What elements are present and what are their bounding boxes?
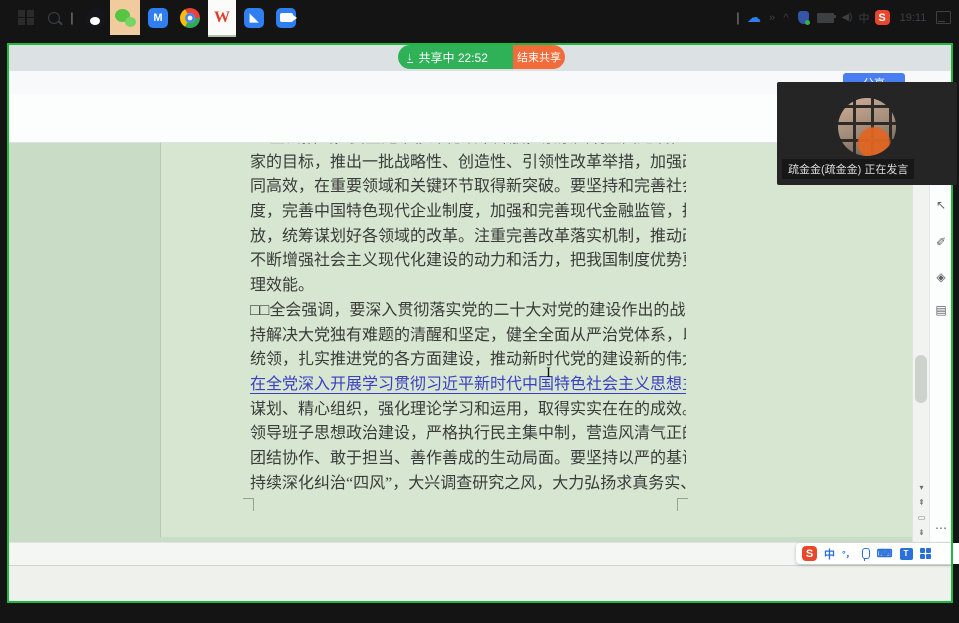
vertical-scrollbar[interactable]: ▴ ▾ ⇞ ▭ ⇟ bbox=[912, 143, 930, 542]
doc-line: 家的目标，推出一批战略性、创造性、引领性改革举措，加强改革系统集成、协 bbox=[250, 151, 686, 176]
speaker-avatar bbox=[838, 98, 896, 156]
share-timer: ↓ 共享中 22:52 bbox=[398, 45, 513, 69]
wechat-app-icon[interactable] bbox=[110, 0, 140, 35]
previous-page-icon[interactable]: ⇞ bbox=[913, 498, 930, 507]
security-shield-icon[interactable] bbox=[794, 0, 812, 35]
doc-line: 领导班子思想政治建设，严格执行民主集中制，营造风清气正的政治生态，形成 bbox=[250, 422, 686, 447]
doc-line: □□全会强调，要深入贯彻落实党的二十大对党的建设作出的战略部署，时刻保 bbox=[250, 299, 686, 324]
screen-share-status: ↓ 共享中 22:52 结束共享 bbox=[398, 45, 565, 69]
next-page-icon[interactable]: ⇟ bbox=[913, 528, 930, 537]
speaker-name-badge: 疏金金(疏金金) 正在发言 bbox=[782, 159, 914, 179]
clock[interactable]: 19:11 bbox=[896, 0, 930, 35]
camera-icon bbox=[280, 13, 293, 22]
margin-mark-bottom-left bbox=[243, 498, 254, 511]
taskbar-divider: | bbox=[68, 0, 76, 35]
share-timer-label: 共享中 22:52 bbox=[419, 49, 488, 66]
ime-toolbar: S 中 °， ⌨ T bbox=[796, 543, 959, 564]
doc-line: 持解决大党独有难题的清醒和坚定，健全全面从严治党体系，以党的政治建设为 bbox=[250, 324, 686, 349]
taskbar-search-button[interactable] bbox=[42, 0, 66, 35]
right-tool-panel: ↖ ✐ ◈ ▤ ⋯ bbox=[929, 143, 951, 542]
text-cursor-ibeam: I bbox=[546, 365, 551, 382]
meeting-app-icon[interactable] bbox=[272, 0, 300, 35]
lookup-tool-icon[interactable]: ▤ bbox=[930, 303, 951, 317]
tray-more-icon[interactable]: » bbox=[766, 0, 778, 35]
search-icon bbox=[48, 12, 60, 24]
doc-line: 度，完善中国特色现代企业制度，加强和完善现代金融监管，推动高水平对外开 bbox=[250, 200, 686, 225]
doc-line: 理效能。 bbox=[250, 274, 686, 299]
doc-line-clipped: □□全会指出，要坚定不移深化改革开放，紧紧围绕全面建设社会主义现代化国 bbox=[250, 143, 686, 151]
doc-line-hyperlink: 在全党深入开展学习贯彻习近平新时代中国特色社会主义思想主题教育，要科学 bbox=[250, 373, 686, 398]
keyboard-icon[interactable]: ⌨ bbox=[877, 547, 893, 560]
ime-toolbox-icon[interactable] bbox=[920, 548, 932, 560]
doc-line: 持续深化纠治“四风”，大兴调查研究之风，大力弘扬求真务实、真抓实干的作 bbox=[250, 472, 686, 497]
windows-logo-icon bbox=[18, 10, 34, 26]
action-center-icon[interactable] bbox=[934, 0, 952, 35]
battery-icon[interactable] bbox=[814, 0, 836, 35]
tray-language-icon[interactable]: 中 bbox=[856, 0, 872, 35]
doc-line: 放，统筹谋划好各领域的改革。注重完善改革落实机制，推动改革举措落地见效， bbox=[250, 225, 686, 250]
docs-app-icon[interactable]: ◣ bbox=[240, 0, 268, 35]
qq-app-icon[interactable] bbox=[82, 0, 108, 35]
scrollbar-thumb[interactable] bbox=[915, 355, 927, 403]
onedrive-icon[interactable]: ☁ bbox=[744, 0, 764, 35]
microphone-icon[interactable] bbox=[862, 548, 870, 559]
document-canvas[interactable]: □□全会指出，要坚定不移深化改革开放，紧紧围绕全面建设社会主义现代化国 家的目标… bbox=[9, 143, 951, 542]
ime-skin-icon[interactable]: T bbox=[900, 548, 913, 560]
download-icon: ↓ bbox=[407, 52, 413, 63]
sogou-logo-icon[interactable]: S bbox=[802, 546, 817, 561]
tray-divider: | bbox=[735, 0, 741, 35]
desktop: 首页 P 2023.04.26主题党日活动.pptx ⌑ W 习近平总书记重要讲… bbox=[0, 0, 959, 623]
ime-punctuation-toggle[interactable]: °， bbox=[842, 547, 855, 560]
start-button[interactable] bbox=[14, 0, 38, 35]
document-text[interactable]: □□全会指出，要坚定不移深化改革开放，紧紧围绕全面建设社会主义现代化国 家的目标… bbox=[250, 143, 686, 496]
ime-language-toggle[interactable]: 中 bbox=[824, 546, 835, 562]
sogou-tray-icon[interactable]: S bbox=[872, 0, 892, 35]
hyperlink-text[interactable]: 在全党深入开展学习贯彻习近平新时代中国特色社会主义思想主题教育 bbox=[250, 376, 686, 394]
end-share-button[interactable]: 结束共享 bbox=[513, 45, 565, 69]
doc-line: 谋划、精心组织，强化理论学习和运用，取得实实在在的成效。要抓好换届后的 bbox=[250, 398, 686, 423]
doc-line: 不断增强社会主义现代化建设的动力和活力，把我国制度优势更好转化为国家治 bbox=[250, 249, 686, 274]
meeting-video-overlay[interactable]: 疏金金(疏金金) 正在发言 bbox=[777, 82, 957, 185]
annotate-tool-icon[interactable]: ✐ bbox=[930, 235, 951, 249]
volume-icon[interactable]: ◀) bbox=[838, 0, 856, 35]
doc-line: 团结协作、敢于担当、善作善成的生动局面。要坚持以严的基调强化正风肃纪， bbox=[250, 447, 686, 472]
windows-taskbar bbox=[9, 565, 951, 601]
wps-app-icon[interactable]: W bbox=[208, 0, 236, 37]
tray-expand-icon[interactable]: ^ bbox=[780, 0, 792, 35]
smart-tool-icon[interactable]: ◈ bbox=[930, 270, 951, 284]
doc-line: 同高效，在重要领域和关键环节取得新突破。要坚持和完善社会主义基本经济制 bbox=[250, 175, 686, 200]
scroll-down-icon[interactable]: ▾ bbox=[913, 483, 930, 492]
select-browse-icon[interactable]: ▭ bbox=[913, 513, 930, 522]
margin-mark-bottom-right bbox=[677, 498, 688, 511]
chrome-app-icon[interactable] bbox=[176, 0, 204, 35]
blue-m-app-icon[interactable]: M bbox=[144, 0, 172, 35]
pointer-tool-icon[interactable]: ↖ bbox=[930, 198, 951, 212]
doc-line: 统领，扎实推进党的各方面建设，推动新时代党的建设新的伟大工程向纵深发展。 bbox=[250, 348, 686, 373]
more-tools-icon[interactable]: ⋯ bbox=[930, 521, 951, 535]
